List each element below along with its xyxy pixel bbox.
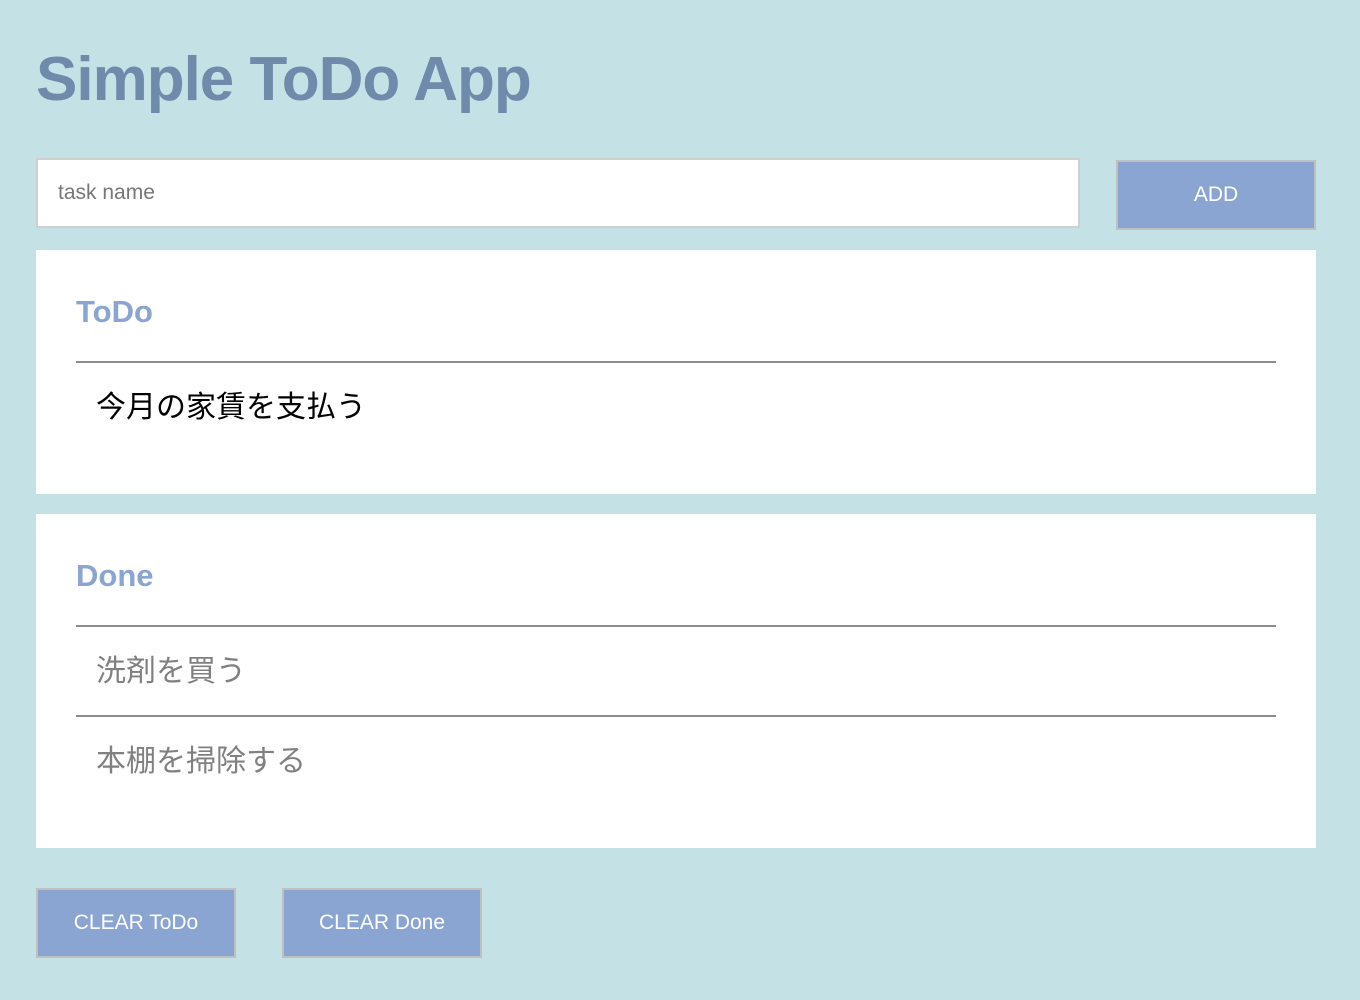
- todo-item[interactable]: 今月の家賃を支払う: [76, 361, 1276, 449]
- app-title: Simple ToDo App: [36, 45, 532, 114]
- done-item[interactable]: 本棚を掃除する: [76, 715, 1276, 805]
- done-panel: Done 洗剤を買う 本棚を掃除する: [36, 514, 1316, 848]
- task-name-input[interactable]: [36, 158, 1080, 228]
- clear-todo-button[interactable]: CLEAR ToDo: [36, 888, 236, 958]
- clear-done-button[interactable]: CLEAR Done: [282, 888, 482, 958]
- todo-list: 今月の家賃を支払う: [76, 361, 1276, 449]
- todo-title: ToDo: [76, 294, 153, 329]
- done-item[interactable]: 洗剤を買う: [76, 625, 1276, 715]
- done-title: Done: [76, 558, 154, 593]
- todo-panel: ToDo 今月の家賃を支払う: [36, 250, 1316, 494]
- add-button[interactable]: ADD: [1116, 160, 1316, 230]
- done-list: 洗剤を買う 本棚を掃除する: [76, 625, 1276, 805]
